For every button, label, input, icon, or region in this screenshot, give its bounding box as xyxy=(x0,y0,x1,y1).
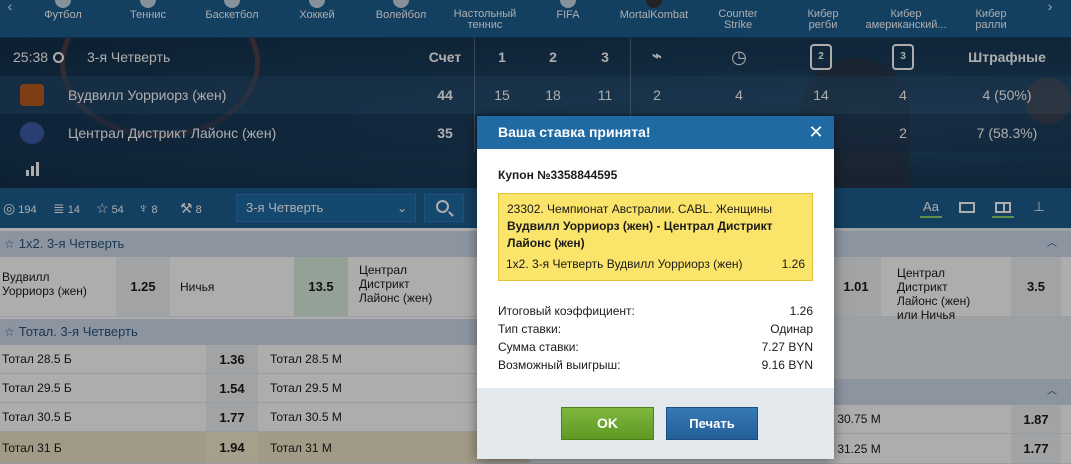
summary-value: 9.16 BYN xyxy=(761,358,813,372)
summary-value: 1.26 xyxy=(789,304,813,318)
summary-label: Тип ставки: xyxy=(498,322,562,336)
dialog-header: Ваша ставка принята! ✕ xyxy=(477,116,834,149)
coupon-number: Купон №3358844595 xyxy=(498,168,618,182)
summary-value: Одинар xyxy=(770,322,813,336)
summary-row: Сумма ставки: 7.27 BYN xyxy=(498,338,813,356)
bet-outcome: 1х2. 3-я Четверть Вудвилл Уорриорз (жен) xyxy=(506,257,743,271)
summary-label: Возможный выигрыш: xyxy=(498,358,621,372)
summary-row: Возможный выигрыш: 9.16 BYN xyxy=(498,356,813,374)
bet-details: 23302. Чемпионат Австралии. CABL. Женщин… xyxy=(498,193,813,281)
print-button[interactable]: Печать xyxy=(666,407,758,440)
betting-page: ‹ Футбол Теннис Баскетбол Хоккей Волейбо… xyxy=(0,0,1071,464)
bet-odds: 1.26 xyxy=(781,257,805,271)
tournament-line: 23302. Чемпионат Австралии. CABL. Женщин… xyxy=(507,202,772,216)
summary-row: Тип ставки: Одинар xyxy=(498,320,813,338)
match-name: Вудвилл Уорриорз (жен) - Централ Дистрик… xyxy=(507,219,773,250)
dialog-footer: OK Печать xyxy=(477,388,834,459)
summary-row: Итоговый коэффициент: 1.26 xyxy=(498,302,813,320)
summary-label: Итоговый коэффициент: xyxy=(498,304,635,318)
bet-accepted-dialog: Ваша ставка принята! ✕ Купон №3358844595… xyxy=(477,116,834,459)
ok-button[interactable]: OK xyxy=(561,407,654,440)
summary-value: 7.27 BYN xyxy=(761,340,813,354)
summary-label: Сумма ставки: xyxy=(498,340,579,354)
dialog-title: Ваша ставка принята! xyxy=(498,124,651,140)
close-icon[interactable]: ✕ xyxy=(806,116,826,149)
